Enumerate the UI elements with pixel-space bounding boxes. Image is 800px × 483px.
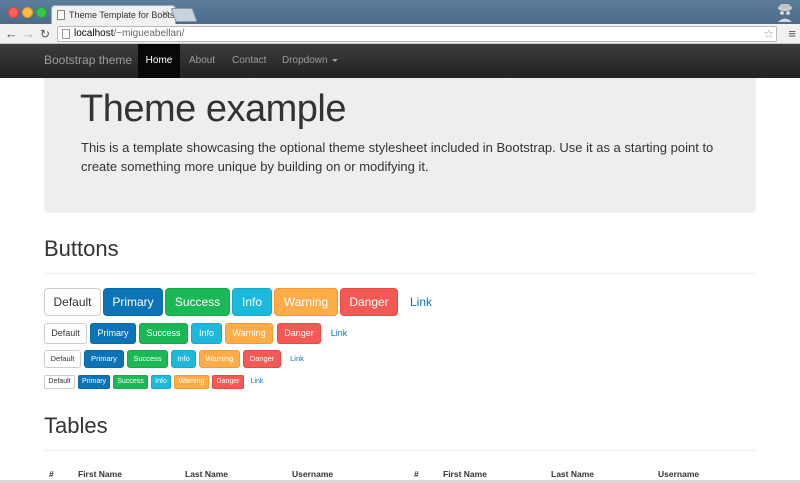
link-button-sm[interactable]: Link: [285, 350, 309, 368]
new-tab-button[interactable]: [170, 8, 198, 22]
info-button[interactable]: Info: [191, 323, 222, 344]
warning-button-lg[interactable]: Warning: [274, 288, 338, 316]
warning-button[interactable]: Warning: [225, 323, 273, 344]
forward-arrow-icon[interactable]: →: [22, 26, 35, 42]
table2-header-username: Username: [658, 469, 700, 479]
primary-button[interactable]: Primary: [90, 323, 136, 344]
nav-home[interactable]: Home: [138, 44, 180, 78]
success-button-xs[interactable]: Success: [113, 375, 148, 389]
page-icon: [57, 10, 65, 20]
table2-header-first-name: First Name: [443, 469, 487, 479]
table1-header-number: #: [49, 469, 54, 479]
maximize-window-button[interactable]: [36, 7, 47, 18]
bookmark-star-icon[interactable]: ☆: [763, 27, 774, 41]
default-button-xs[interactable]: Default: [44, 375, 75, 389]
info-button-xs[interactable]: Info: [151, 375, 171, 389]
table1-header-last-name: Last Name: [185, 469, 228, 479]
table1-header-username: Username: [292, 469, 334, 479]
jumbotron-title: Theme example: [80, 88, 346, 130]
success-button-lg[interactable]: Success: [165, 288, 230, 316]
danger-button[interactable]: Danger: [277, 323, 321, 344]
nav-dropdown[interactable]: Dropdown: [282, 44, 338, 78]
navbar-brand[interactable]: Bootstrap theme: [44, 53, 132, 67]
browser-titlebar: Theme Template for Bootst ✕: [0, 0, 800, 24]
default-button[interactable]: Default: [44, 323, 87, 344]
url-host: localhost: [74, 28, 114, 39]
info-button-lg[interactable]: Info: [232, 288, 272, 316]
back-arrow-icon[interactable]: ←: [5, 26, 18, 42]
browser-tab[interactable]: Theme Template for Bootst ✕: [51, 5, 176, 24]
minimize-window-button[interactable]: [22, 7, 33, 18]
menu-icon[interactable]: ≡: [788, 26, 796, 41]
primary-button-sm[interactable]: Primary: [84, 350, 124, 368]
incognito-profile-icon[interactable]: [776, 2, 794, 22]
tab-title: Theme Template for Bootst: [69, 10, 176, 20]
danger-button-xs[interactable]: Danger: [212, 375, 244, 389]
table2-header-number: #: [414, 469, 419, 479]
danger-button-sm[interactable]: Danger: [243, 350, 281, 368]
address-bar[interactable]: localhost/~migueabellan/ ☆: [57, 26, 777, 42]
reload-icon[interactable]: ↻: [40, 26, 50, 42]
caret-down-icon: [331, 58, 338, 62]
tables-divider: [44, 450, 756, 451]
browser-toolbar: ← → ↻ localhost/~migueabellan/ ☆ ≡: [0, 24, 800, 44]
default-button-lg[interactable]: Default: [44, 288, 101, 316]
buttons-heading: Buttons: [44, 236, 119, 261]
table2-header-last-name: Last Name: [551, 469, 594, 479]
primary-button-xs[interactable]: Primary: [78, 375, 110, 389]
default-button-sm[interactable]: Default: [44, 350, 81, 368]
navbar: Bootstrap theme Home About Contact Dropd…: [0, 44, 800, 78]
jumbotron-text: This is a template showcasing the option…: [81, 140, 714, 174]
success-button-sm[interactable]: Success: [127, 350, 168, 368]
warning-button-xs[interactable]: Warning: [174, 375, 209, 389]
page-icon: [62, 29, 70, 39]
table1-header-first-name: First Name: [78, 469, 122, 479]
success-button[interactable]: Success: [139, 323, 188, 344]
jumbotron: Theme example This is a template showcas…: [44, 78, 756, 213]
tables-heading: Tables: [44, 413, 108, 438]
buttons-divider: [44, 273, 756, 274]
primary-button-lg[interactable]: Primary: [103, 288, 163, 316]
url-path: /~migueabellan/: [113, 28, 185, 39]
info-button-sm[interactable]: Info: [171, 350, 196, 368]
close-tab-icon[interactable]: ✕: [161, 9, 169, 20]
warning-button-sm[interactable]: Warning: [199, 350, 240, 368]
link-button-xs[interactable]: Link: [246, 375, 268, 389]
close-window-button[interactable]: [8, 7, 19, 18]
danger-button-lg[interactable]: Danger: [340, 288, 398, 316]
nav-contact[interactable]: Contact: [232, 44, 266, 78]
nav-about[interactable]: About: [189, 44, 215, 78]
nav-dropdown-label: Dropdown: [282, 55, 328, 66]
link-button-lg[interactable]: Link: [403, 288, 439, 316]
link-button[interactable]: Link: [325, 323, 353, 344]
